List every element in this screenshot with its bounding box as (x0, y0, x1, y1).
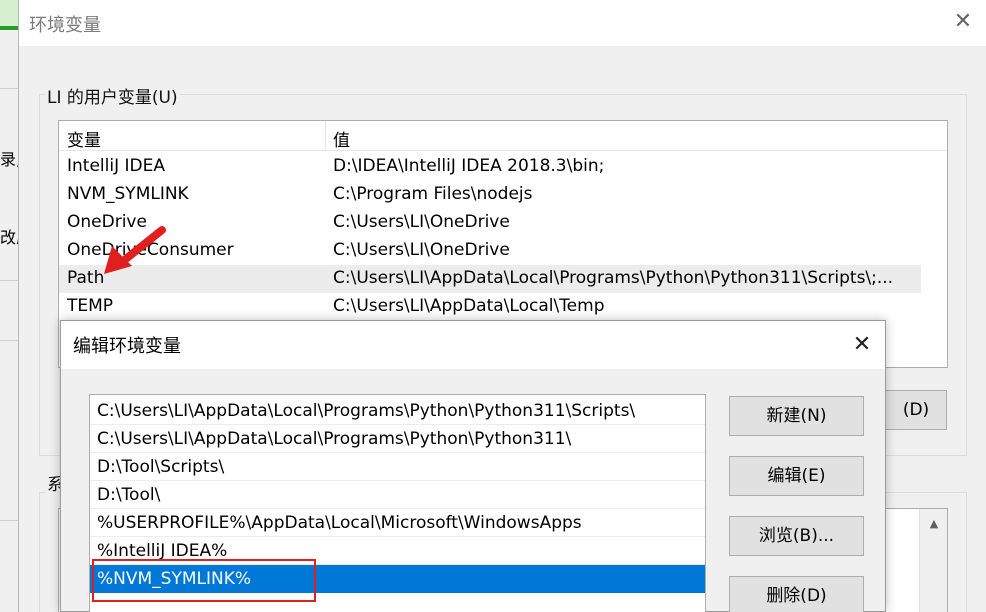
variable-name: TEMP (67, 296, 114, 316)
list-item[interactable]: C:\Users\LI\AppData\Local\Programs\Pytho… (90, 425, 705, 453)
background-text-fragment: 录, (0, 150, 20, 169)
background-window-titlebar (0, 0, 18, 30)
variable-name: IntelliJ IDEA (67, 156, 165, 176)
user-vars-group-label: LI 的用户变量(U) (45, 83, 180, 108)
table-row[interactable]: OneDriveConsumer C:\Users\LI\OneDrive (59, 237, 921, 265)
close-icon[interactable]: ✕ (847, 330, 877, 360)
dialog-title: 环境变量 (29, 15, 101, 36)
variable-value: C:\Users\LI\OneDrive (333, 212, 510, 232)
variable-name: NVM_SYMLINK (67, 184, 189, 204)
list-item[interactable]: %IntelliJ IDEA% (90, 537, 705, 565)
edit-dialog-title: 编辑环境变量 (73, 336, 181, 357)
scrollbar[interactable]: ▲ (919, 509, 947, 612)
list-item[interactable]: D:\Tool\Scripts\ (90, 453, 705, 481)
list-item[interactable]: %USERPROFILE%\AppData\Local\Microsoft\Wi… (90, 509, 705, 537)
browse-button[interactable]: 浏览(B)... (729, 516, 864, 556)
close-icon[interactable]: ✕ (949, 8, 977, 36)
delete-button[interactable]: 删除(D) (729, 576, 864, 612)
variable-name: OneDriveConsumer (67, 240, 234, 260)
list-header: 变量 值 (59, 121, 947, 151)
list-item[interactable]: D:\Tool\ (90, 481, 705, 509)
variable-value: C:\Users\LI\AppData\Local\Programs\Pytho… (333, 268, 894, 288)
background-text-fragment: 改虚 (0, 228, 19, 247)
background-divider (0, 280, 19, 281)
variable-value: D:\IDEA\IntelliJ IDEA 2018.3\bin; (333, 156, 605, 176)
variable-value: C:\Users\LI\OneDrive (333, 240, 510, 260)
background-window: 录, 改虚 (0, 0, 20, 612)
table-row[interactable]: TEMP C:\Users\LI\AppData\Local\Temp (59, 293, 921, 321)
edit-button[interactable]: 编辑(E) (729, 456, 864, 496)
table-row[interactable]: NVM_SYMLINK C:\Program Files\nodejs (59, 181, 921, 209)
list-item-selected[interactable]: %NVM_SYMLINK% (90, 565, 705, 593)
variable-name: Path (67, 268, 105, 288)
table-row[interactable]: OneDrive C:\Users\LI\OneDrive (59, 209, 921, 237)
list-item[interactable]: C:\Users\LI\AppData\Local\Programs\Pytho… (90, 397, 705, 425)
column-header-value[interactable]: 值 (333, 126, 350, 151)
table-row[interactable]: IntelliJ IDEA D:\IDEA\IntelliJ IDEA 2018… (59, 153, 921, 181)
background-divider (0, 340, 19, 341)
background-divider (0, 88, 19, 89)
edit-dialog-titlebar: 编辑环境变量 ✕ (61, 321, 885, 369)
scroll-up-icon[interactable]: ▲ (920, 511, 947, 537)
background-divider (0, 520, 19, 521)
path-entries-list[interactable]: C:\Users\LI\AppData\Local\Programs\Pytho… (89, 394, 706, 612)
edit-env-var-dialog: 编辑环境变量 ✕ C:\Users\LI\AppData\Local\Progr… (60, 320, 886, 612)
variable-name: OneDrive (67, 212, 147, 232)
new-button[interactable]: 新建(N) (729, 396, 864, 436)
column-separator[interactable] (325, 121, 326, 151)
variable-value: C:\Users\LI\AppData\Local\Temp (333, 296, 605, 316)
table-row-path-highlighted[interactable]: Path C:\Users\LI\AppData\Local\Programs\… (59, 265, 921, 293)
column-header-variable[interactable]: 变量 (67, 126, 101, 151)
variable-value: C:\Program Files\nodejs (333, 184, 533, 204)
